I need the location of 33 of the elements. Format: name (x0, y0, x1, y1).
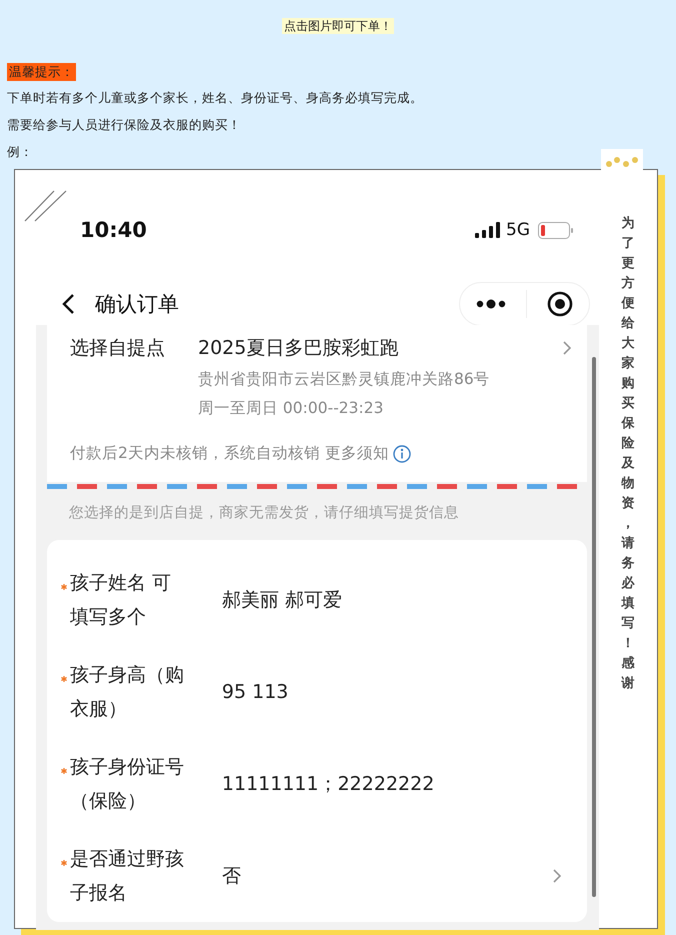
pickup-notice: 付款后2天内未核销，系统自动核销 更多须知 (70, 443, 389, 464)
notice-text: 下单时若有多个儿童或多个家长，姓名、身份证号、身高务必填写完成。 (7, 89, 424, 106)
info-icon[interactable] (392, 444, 411, 462)
slash-lines-drawing (24, 190, 68, 222)
field-label: 选择自提点 (70, 336, 166, 361)
field-value[interactable]: 否 (222, 863, 552, 889)
battery-icon (538, 222, 574, 238)
more-icon[interactable] (476, 299, 506, 309)
field-label: 孩子身份证号（保险） (70, 755, 185, 814)
notice-text: 例： (7, 143, 34, 160)
status-time: 10:40 (80, 218, 147, 242)
close-target-icon[interactable] (547, 291, 573, 317)
notice-title: 温馨提示： (7, 63, 76, 81)
network-label: 5G (506, 220, 530, 240)
signal-icon (475, 222, 500, 238)
order-hint: 点击图片即可下单！ (282, 18, 394, 34)
delivery-note: 您选择的是到店自提，商家无需发货，请仔细填写提货信息 (68, 504, 460, 523)
chevron-icon[interactable] (562, 340, 572, 356)
back-icon[interactable] (61, 293, 75, 315)
side-note: 为了更方便给大家购买保险及物资，请务必填写！感谢 (620, 215, 636, 693)
field-value[interactable]: 11111111；22222222 (222, 771, 572, 797)
pickup-hours: 周一至周日 00:00--23:23 (198, 398, 384, 419)
scrollbar[interactable] (592, 357, 596, 897)
field-value[interactable]: 95 113 (222, 681, 572, 703)
field-label: 孩子姓名 可填写多个 (70, 571, 172, 630)
pickup-address: 贵州省贵阳市云岩区黔灵镇鹿冲关路86号 (198, 369, 491, 390)
notice-text: 需要给参与人员进行保险及衣服的购买！ (7, 116, 242, 133)
chevron-icon[interactable] (552, 868, 562, 884)
field-value[interactable]: 郝美丽 郝可爱 (222, 587, 572, 613)
pickup-name[interactable]: 2025夏日多巴胺彩虹跑 (198, 333, 562, 363)
page-title: 确认订单 (95, 291, 180, 318)
field-label: 是否通过野孩子报名 (70, 847, 185, 906)
field-label: 孩子身高（购衣服） (70, 663, 185, 722)
